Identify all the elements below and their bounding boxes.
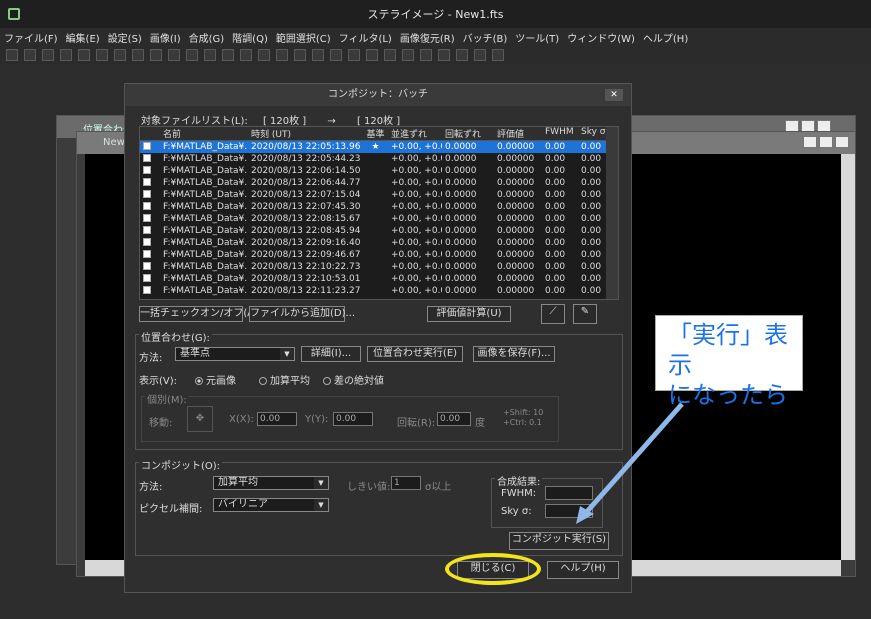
arrow-shaft <box>582 402 684 517</box>
annotation-arrow <box>576 402 684 524</box>
close-button-highlight <box>445 553 541 585</box>
